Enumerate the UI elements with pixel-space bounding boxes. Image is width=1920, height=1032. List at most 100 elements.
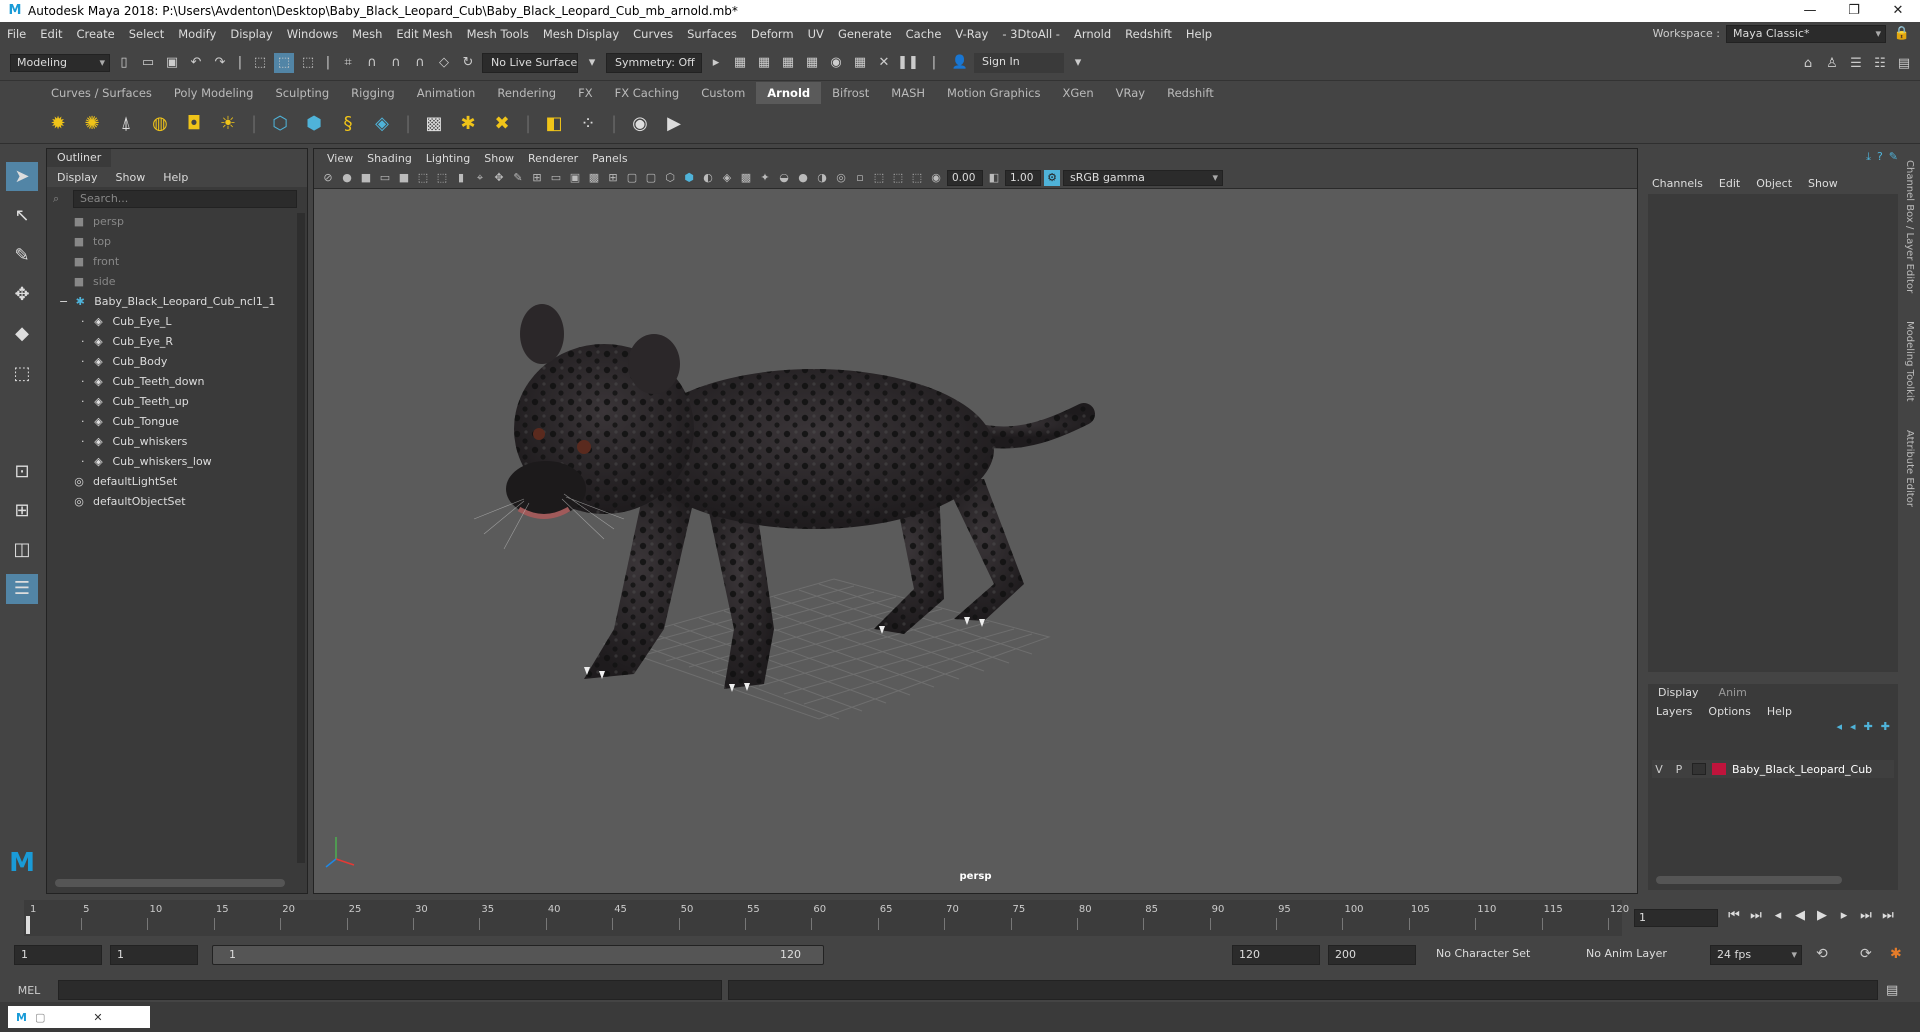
go-to-start-icon[interactable]: ⏮ bbox=[1726, 908, 1742, 923]
restore-icon[interactable]: ▢ bbox=[35, 1011, 45, 1024]
viewport-3d[interactable]: persp bbox=[314, 189, 1637, 893]
layer-color-swatch[interactable] bbox=[1712, 763, 1726, 775]
outliner-menu-display[interactable]: Display bbox=[57, 171, 116, 184]
menu-generate[interactable]: Generate bbox=[831, 27, 899, 41]
workspace-dropdown[interactable]: Maya Classic* bbox=[1726, 24, 1886, 43]
menu-3dtoall[interactable]: - 3DtoAll - bbox=[995, 27, 1067, 41]
layer-menu-layers[interactable]: Layers bbox=[1656, 705, 1708, 718]
render-frame-icon[interactable]: ▦ bbox=[730, 53, 750, 73]
exposure-field[interactable]: 0.00 bbox=[947, 169, 983, 186]
animation-prefs-icon[interactable]: ✱ bbox=[1890, 946, 1902, 962]
material-icon[interactable]: ◧ bbox=[540, 110, 568, 138]
animation-end-field[interactable]: 200 bbox=[1328, 945, 1416, 965]
viewport-menu-view[interactable]: View bbox=[320, 152, 360, 165]
menu-file[interactable]: File bbox=[0, 27, 33, 41]
camera-select-icon[interactable]: ⊘ bbox=[320, 170, 336, 186]
outliner-scrollbar[interactable] bbox=[297, 213, 305, 863]
menu-display[interactable]: Display bbox=[223, 27, 279, 41]
attribute-editor-icon[interactable]: ☰ bbox=[1846, 53, 1866, 73]
gate-mask-icon[interactable]: ▩ bbox=[586, 170, 602, 186]
maya-window-tab[interactable]: M ▢ ✕ bbox=[8, 1006, 150, 1028]
pause-icon[interactable]: ❚❚ bbox=[897, 53, 919, 73]
current-frame-field[interactable]: 1 bbox=[1634, 909, 1718, 927]
focus-icon[interactable]: ⌖ bbox=[472, 170, 488, 186]
select-hierarchy-icon[interactable]: ⬚ bbox=[250, 53, 270, 73]
undo-icon[interactable]: ↶ bbox=[186, 53, 206, 73]
human-ik-icon[interactable]: ♙ bbox=[1822, 53, 1842, 73]
channelbox-menu-edit[interactable]: Edit bbox=[1719, 177, 1756, 190]
menu-edit-mesh[interactable]: Edit Mesh bbox=[389, 27, 459, 41]
new-scene-icon[interactable]: ▯ bbox=[114, 53, 134, 73]
side-tab-modeling-toolkit[interactable]: Modeling Toolkit bbox=[1904, 321, 1915, 402]
step-forward-frame-icon[interactable]: ▸ bbox=[1836, 908, 1852, 923]
menu-windows[interactable]: Windows bbox=[280, 27, 345, 41]
image-plane-icon[interactable]: ▭ bbox=[377, 170, 393, 186]
shelf-tab-curves-surfaces[interactable]: Curves / Surfaces bbox=[40, 82, 163, 104]
select-component-icon[interactable]: ⬚ bbox=[298, 53, 318, 73]
menu-cache[interactable]: Cache bbox=[899, 27, 949, 41]
layer-tab-display[interactable]: Display bbox=[1648, 684, 1709, 702]
loop-icon[interactable]: ⟲ bbox=[1816, 946, 1828, 962]
brush-icon[interactable]: ✎ bbox=[510, 170, 526, 186]
layer-tab-anim[interactable]: Anim bbox=[1709, 684, 1757, 702]
xray-components-icon[interactable]: ⬚ bbox=[909, 170, 925, 186]
two-view-icon[interactable]: ◫ bbox=[6, 535, 38, 564]
shelf-tab-vray[interactable]: VRay bbox=[1105, 82, 1156, 104]
menu-create[interactable]: Create bbox=[70, 27, 122, 41]
help-icon[interactable]: ? bbox=[1877, 150, 1883, 164]
shelf-tab-mash[interactable]: MASH bbox=[880, 82, 936, 104]
menu-mesh-display[interactable]: Mesh Display bbox=[536, 27, 626, 41]
outliner-search-input[interactable]: Search... bbox=[73, 190, 297, 208]
menu-surfaces[interactable]: Surfaces bbox=[680, 27, 744, 41]
outliner-item[interactable]: · ◈ Cub_Eye_L bbox=[51, 311, 307, 331]
command-language-label[interactable]: MEL bbox=[0, 984, 58, 997]
shader-icon[interactable]: ⁘ bbox=[574, 110, 602, 138]
camera-attributes-icon[interactable]: ● bbox=[339, 170, 355, 186]
volume-icon[interactable]: ◈ bbox=[368, 110, 396, 138]
2d-pan-icon[interactable]: ⬚ bbox=[415, 170, 431, 186]
outliner-item[interactable]: · ◈ Cub_Teeth_down bbox=[51, 371, 307, 391]
export-stand-in-icon[interactable]: ⬢ bbox=[300, 110, 328, 138]
anim-layer-dropdown[interactable]: No Anim Layer bbox=[1580, 945, 1680, 965]
step-back-key-icon[interactable]: ⏭ bbox=[1748, 908, 1764, 923]
shelf-tab-sculpting[interactable]: Sculpting bbox=[264, 82, 340, 104]
scale-tool-icon[interactable]: ⬚ bbox=[6, 358, 38, 387]
channelbox-menu-show[interactable]: Show bbox=[1808, 177, 1854, 190]
menu-redshift[interactable]: Redshift bbox=[1118, 27, 1179, 41]
snap-live-icon[interactable]: ↻ bbox=[458, 53, 478, 73]
chevron-down-icon[interactable]: ▾ bbox=[582, 53, 602, 73]
paint-select-tool-icon[interactable]: ✎ bbox=[6, 241, 38, 270]
flush-cache-icon[interactable]: ✱ bbox=[454, 110, 482, 138]
snap-point-icon[interactable]: ∩ bbox=[386, 53, 406, 73]
character-set-dropdown[interactable]: No Character Set bbox=[1430, 945, 1556, 965]
current-time-indicator[interactable] bbox=[26, 916, 30, 934]
edit-icon[interactable]: ✎ bbox=[1889, 150, 1898, 164]
render-settings-icon[interactable]: ▦ bbox=[802, 53, 822, 73]
default-material-icon[interactable]: ◐ bbox=[700, 170, 716, 186]
motion-blur-icon[interactable]: ● bbox=[795, 170, 811, 186]
resolution-gate-icon[interactable]: ▣ bbox=[567, 170, 583, 186]
shelf-tab-fx[interactable]: FX bbox=[567, 82, 604, 104]
outliner-menu-show[interactable]: Show bbox=[116, 171, 164, 184]
channelbox-menu-channels[interactable]: Channels bbox=[1652, 177, 1719, 190]
shelf-tab-xgen[interactable]: XGen bbox=[1051, 82, 1104, 104]
safe-action-icon[interactable]: ▢ bbox=[624, 170, 640, 186]
ipr-render-icon[interactable]: ▦ bbox=[778, 53, 798, 73]
outliner-item[interactable]: ■ persp bbox=[51, 211, 307, 231]
playblast-icon[interactable]: ▶ bbox=[660, 110, 688, 138]
xray-joints-icon[interactable]: ⬚ bbox=[890, 170, 906, 186]
timeline-ticks[interactable]: 1 5 10 15 20 25 30 35 40 45 50 55 60 65 70 75 80 85 90 95 10… bbox=[24, 900, 1629, 936]
live-surface-field[interactable]: No Live Surface bbox=[482, 52, 578, 73]
layer-display-type[interactable] bbox=[1692, 763, 1706, 775]
play-forwards-icon[interactable]: ▶ bbox=[1814, 908, 1830, 923]
grease-pencil-icon[interactable]: ⬚ bbox=[434, 170, 450, 186]
outliner-layout-icon[interactable]: ☰ bbox=[6, 574, 38, 604]
select-object-icon[interactable]: ⬚ bbox=[274, 52, 294, 73]
command-input[interactable] bbox=[58, 980, 722, 1000]
redo-icon[interactable]: ↷ bbox=[210, 53, 230, 73]
modeling-toolkit-icon[interactable]: ⌂ bbox=[1798, 53, 1818, 73]
four-view-icon[interactable]: ⊞ bbox=[6, 496, 38, 525]
field-chart-icon[interactable]: ⊞ bbox=[605, 170, 621, 186]
step-back-frame-icon[interactable]: ◂ bbox=[1770, 908, 1786, 923]
viewport-menu-renderer[interactable]: Renderer bbox=[521, 152, 585, 165]
